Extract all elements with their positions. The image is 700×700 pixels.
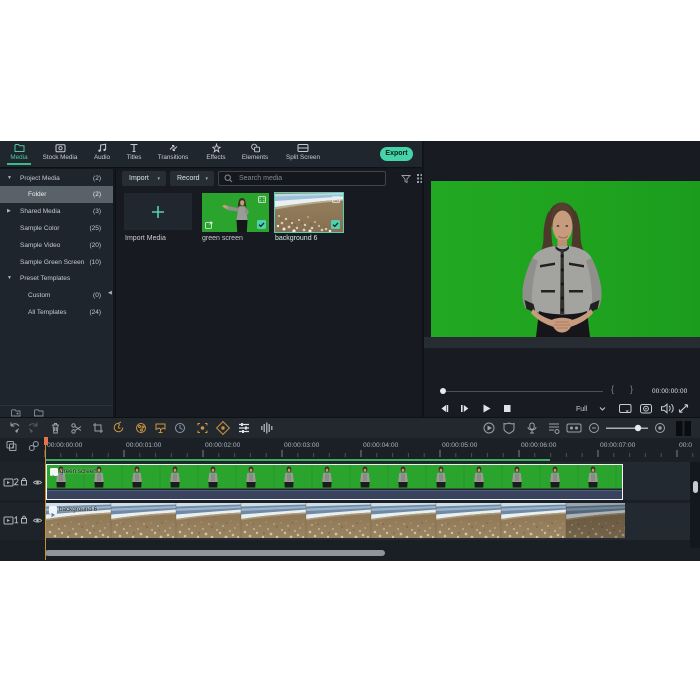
svg-text:00:00:07:00: 00:00:07:00 xyxy=(600,442,636,449)
svg-text:00:0: 00:0 xyxy=(679,442,692,449)
svg-text:00:00:03:00: 00:00:03:00 xyxy=(284,442,320,449)
svg-text:00:00:05:00: 00:00:05:00 xyxy=(442,442,478,449)
svg-text:00:00:00:00: 00:00:00:00 xyxy=(47,442,83,449)
svg-text:00:00:04:00: 00:00:04:00 xyxy=(363,442,399,449)
svg-text:00:00:02:00: 00:00:02:00 xyxy=(205,442,241,449)
svg-text:Full: Full xyxy=(576,406,588,413)
svg-text:00:00:01:00: 00:00:01:00 xyxy=(126,442,162,449)
svg-text:00:00:06:00: 00:00:06:00 xyxy=(521,442,557,449)
